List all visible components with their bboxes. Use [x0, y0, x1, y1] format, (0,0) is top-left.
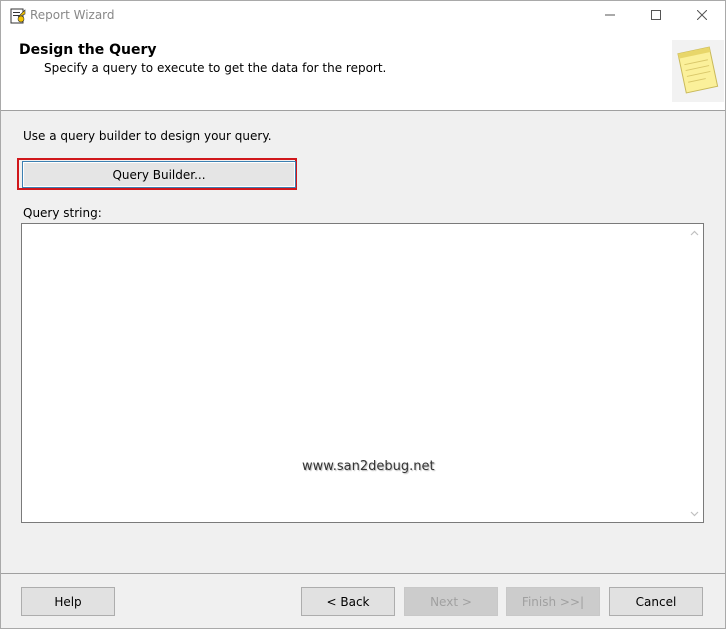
watermark-text: www.san2debug.net: [302, 459, 435, 474]
title-bar: Report Wizard: [1, 1, 725, 31]
next-button[interactable]: Next >: [404, 587, 498, 616]
report-wizard-app-icon: [10, 8, 26, 24]
close-button[interactable]: [679, 1, 725, 31]
window-title: Report Wizard: [30, 8, 115, 22]
minimize-icon: [605, 9, 615, 23]
maximize-button[interactable]: [633, 1, 679, 31]
vertical-scrollbar[interactable]: [686, 224, 703, 522]
wizard-footer: Help < Back Next > Finish >>| Cancel: [1, 573, 725, 628]
back-button[interactable]: < Back: [301, 587, 395, 616]
report-wizard-window: Report Wizard Design the Query Specify a…: [0, 0, 726, 629]
cancel-button[interactable]: Cancel: [609, 587, 703, 616]
maximize-icon: [651, 9, 661, 23]
scroll-up-icon[interactable]: [686, 224, 703, 241]
instruction-text: Use a query builder to design your query…: [23, 129, 272, 143]
minimize-button[interactable]: [587, 1, 633, 31]
query-string-label: Query string:: [23, 206, 102, 220]
wizard-header: Design the Query Specify a query to exec…: [1, 31, 725, 111]
notepad-icon: [672, 40, 724, 102]
query-string-box: [21, 223, 704, 523]
page-subtitle: Specify a query to execute to get the da…: [44, 61, 387, 75]
close-icon: [696, 9, 708, 23]
finish-button[interactable]: Finish >>|: [506, 587, 600, 616]
help-button[interactable]: Help: [21, 587, 115, 616]
scroll-down-icon[interactable]: [686, 505, 703, 522]
page-title: Design the Query: [19, 42, 157, 58]
query-builder-button[interactable]: Query Builder...: [22, 161, 296, 188]
query-string-input[interactable]: [24, 226, 686, 520]
